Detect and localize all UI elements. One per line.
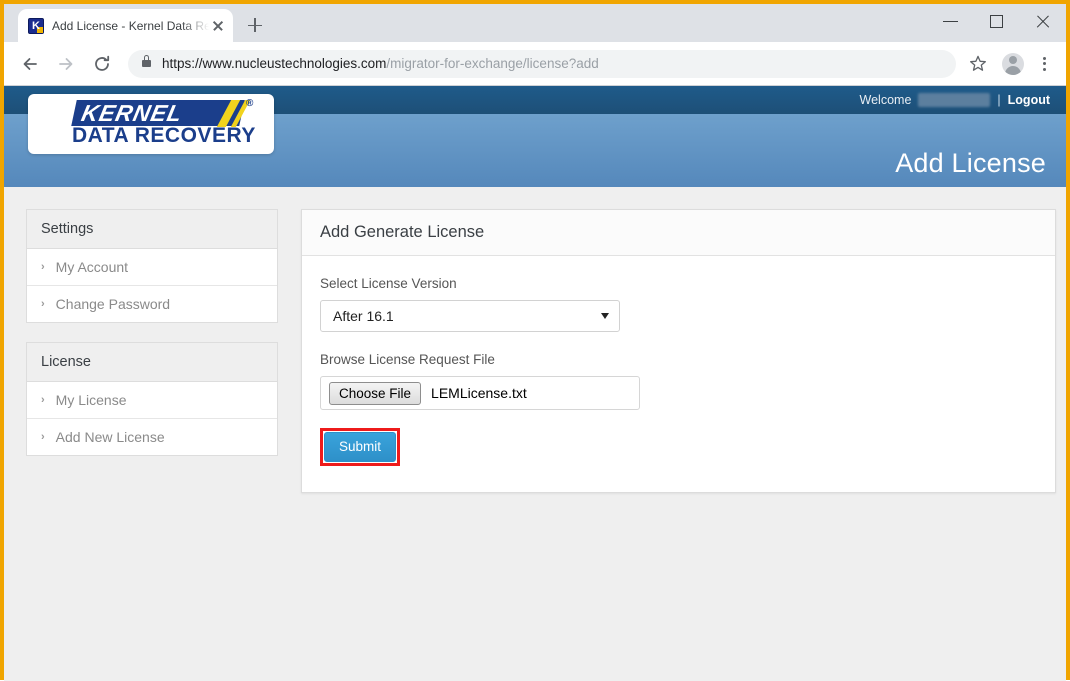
sidebar-heading-settings: Settings <box>27 210 277 249</box>
url-text: https://www.nucleustechnologies.com/migr… <box>162 56 599 71</box>
browse-file-label: Browse License Request File <box>320 352 495 367</box>
add-generate-license-card: Add Generate License Select License Vers… <box>301 209 1056 493</box>
tab-title: Add License - Kernel Data Recove <box>52 18 209 33</box>
welcome-label: Welcome <box>859 93 912 107</box>
selected-file-name: LEMLicense.txt <box>431 385 527 401</box>
submit-highlight-box: Submit <box>320 428 401 466</box>
kernel-favicon-icon <box>28 17 44 34</box>
close-tab-icon[interactable] <box>209 17 227 35</box>
reload-icon[interactable] <box>86 48 118 80</box>
site-logo[interactable]: KERNEL ® DATA RECOVERY <box>28 94 274 154</box>
choose-file-button[interactable]: Choose File <box>329 381 422 405</box>
welcome-area: Welcome | Logout <box>860 86 1050 114</box>
url-host: https://www.nucleustechnologies.com <box>162 56 387 71</box>
url-path: /migrator-for-exchange/license?add <box>386 56 599 71</box>
maximize-icon[interactable] <box>974 4 1020 38</box>
card-title: Add Generate License <box>302 210 1055 256</box>
sidebar-item-label: My License <box>55 392 127 408</box>
card-body: Select License Version After 16.1 Browse… <box>302 256 1055 492</box>
star-icon[interactable] <box>964 50 992 78</box>
chevron-right-icon: › <box>41 394 45 406</box>
browser-tab[interactable]: Add License - Kernel Data Recove <box>18 9 233 42</box>
logout-link[interactable]: Logout <box>1008 93 1050 107</box>
license-version-select[interactable]: After 16.1 <box>320 300 620 332</box>
sidebar: Settings › My Account › Change Password … <box>26 209 278 475</box>
sidebar-item-label: My Account <box>55 259 129 275</box>
username-redacted <box>918 93 991 107</box>
sidebar-panel-license: License › My License › Add New License <box>26 342 278 456</box>
sidebar-heading-license: License <box>27 343 277 382</box>
forward-arrow-icon[interactable] <box>50 48 82 80</box>
back-arrow-icon[interactable] <box>14 48 46 80</box>
chevron-right-icon: › <box>41 298 45 310</box>
page-viewport: Welcome | Logout Add License KERNEL ® DA… <box>4 86 1066 681</box>
profile-avatar-icon[interactable] <box>1002 52 1024 75</box>
sidebar-panel-settings: Settings › My Account › Change Password <box>26 209 278 323</box>
page-content: Settings › My Account › Change Password … <box>4 187 1066 493</box>
address-bar[interactable]: https://www.nucleustechnologies.com/migr… <box>128 49 956 78</box>
sidebar-item-label: Change Password <box>55 296 171 312</box>
welcome-separator: | <box>997 93 1001 107</box>
new-tab-button[interactable] <box>241 11 269 39</box>
sidebar-item-label: Add New License <box>55 429 165 445</box>
license-version-label: Select License Version <box>320 276 457 291</box>
window-controls <box>928 4 1066 38</box>
tab-strip: Add License - Kernel Data Recove <box>4 4 1066 42</box>
license-file-input[interactable]: Choose File LEMLicense.txt <box>320 376 640 410</box>
minimize-icon[interactable] <box>928 4 974 38</box>
browser-window: Add License - Kernel Data Recove <box>0 0 1070 681</box>
sidebar-item-change-password[interactable]: › Change Password <box>27 286 277 322</box>
submit-button[interactable]: Submit <box>324 432 397 462</box>
logo-registered-mark: ® <box>246 98 254 109</box>
chevron-right-icon: › <box>41 261 45 273</box>
sidebar-item-add-new-license[interactable]: › Add New License <box>27 419 277 455</box>
chevron-down-icon <box>601 313 609 319</box>
logo-kernel-text: KERNEL <box>79 100 186 126</box>
sidebar-item-my-account[interactable]: › My Account <box>27 249 277 286</box>
logo-data-recovery-text: DATA RECOVERY <box>72 124 256 147</box>
browser-toolbar: https://www.nucleustechnologies.com/migr… <box>4 42 1066 86</box>
page-title: Add License <box>895 148 1046 178</box>
sidebar-item-my-license[interactable]: › My License <box>27 382 277 419</box>
lock-icon <box>142 55 151 67</box>
kebab-menu-icon[interactable] <box>1034 50 1054 78</box>
license-version-value: After 16.1 <box>333 308 394 324</box>
close-window-icon[interactable] <box>1020 4 1066 38</box>
chevron-right-icon: › <box>41 431 45 443</box>
